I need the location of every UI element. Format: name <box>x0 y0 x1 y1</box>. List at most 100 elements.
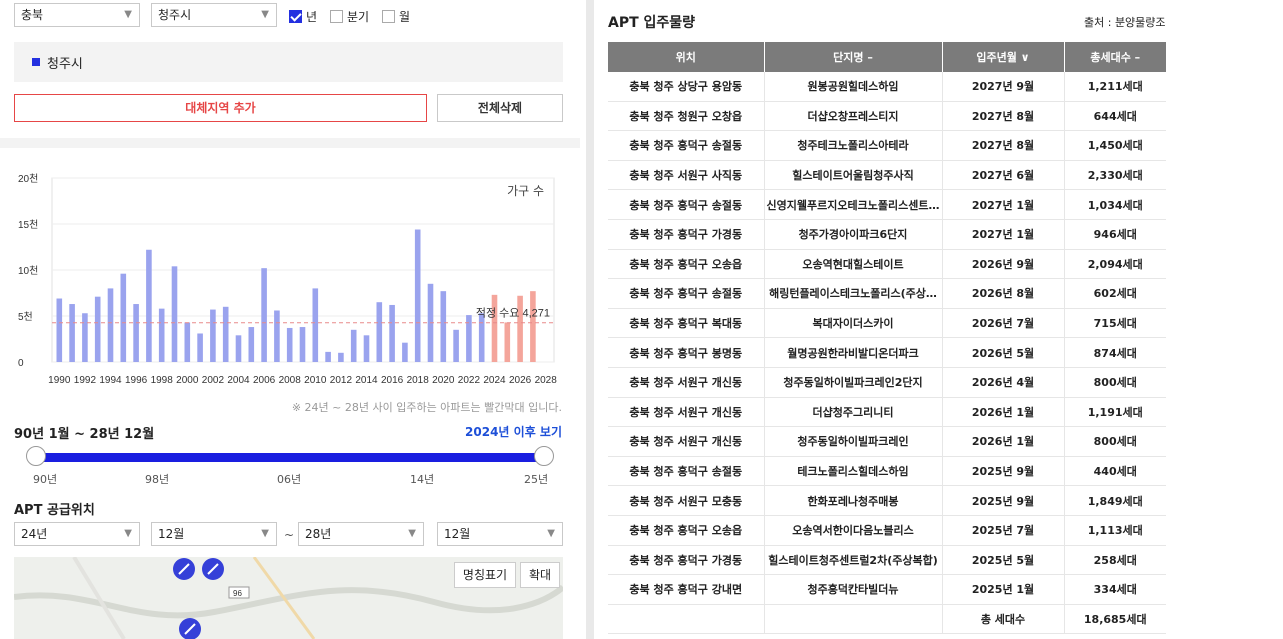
table-total-row: 총 세대수 18,685세대 <box>608 604 1166 635</box>
cell-move-in-date: 2027년 1월 <box>942 219 1065 250</box>
range-start-handle[interactable] <box>26 446 46 466</box>
period-quarter-checkbox[interactable]: 분기 <box>330 8 369 25</box>
cell-location: 충북 청주 상당구 용암동 <box>608 72 765 102</box>
chart-bar <box>491 294 498 362</box>
table-row[interactable]: 충북 청주 서원구 개신동 더샵청주그리니티 2026년 1월 1,191세대 <box>608 397 1166 428</box>
col-header-units[interactable]: 총세대수 – <box>1064 42 1166 72</box>
chevron-down-icon: ▼ <box>261 9 269 20</box>
table-row[interactable]: 충북 청주 흥덕구 가경동 청주가경아이파크6단지 2027년 1월 946세대 <box>608 219 1166 250</box>
cell-complex-name: 월명공원한라비발디온더파크 <box>764 337 943 368</box>
range-end-handle[interactable] <box>534 446 554 466</box>
table-row[interactable]: 충북 청주 서원구 개신동 청주동일하이빌파크레인 2026년 1월 800세대 <box>608 426 1166 457</box>
table-row[interactable]: 충북 청주 흥덕구 오송읍 오송역서한이다음노블리스 2025년 7월 1,113세대 <box>608 515 1166 546</box>
section-divider <box>0 138 580 148</box>
chart-bar <box>69 304 75 362</box>
from-month-select[interactable]: 12월 ▼ <box>151 522 277 546</box>
cell-complex-name: 힐스테이트청주센트럴2차(주상복합) <box>764 545 943 576</box>
chart-bar <box>120 273 127 362</box>
table-row[interactable]: 충북 청주 흥덕구 오송읍 오송역현대힐스테이트 2026년 9월 2,094세대 <box>608 249 1166 280</box>
cell-location: 충북 청주 흥덕구 송절동 <box>608 189 765 220</box>
table-row[interactable]: 충북 청주 상당구 용암동 원봉공원힐데스하임 2027년 9월 1,211세대 <box>608 72 1166 102</box>
cell-complex-name: 한화포레나청주매봉 <box>764 485 943 516</box>
cell-location: 충북 청주 흥덕구 송절동 <box>608 130 765 161</box>
chart-bar <box>94 296 101 362</box>
chart-bar <box>530 291 536 362</box>
table-row[interactable]: 충북 청주 서원구 사직동 힐스테이트어울림청주사직 2027년 6월 2,330세대 <box>608 160 1166 191</box>
x-tick-label: 2010 <box>304 375 327 386</box>
period-year-checkbox[interactable]: 년 <box>289 8 317 25</box>
x-tick-label: 2026 <box>509 375 532 386</box>
cell-empty <box>608 604 765 635</box>
cell-units: 2,094세대 <box>1064 249 1166 280</box>
table-row[interactable]: 충북 청주 흥덕구 송절동 신영지웰푸르지오테크노폴리스센트… 2027년 1월 1,… <box>608 189 1166 220</box>
table-row[interactable]: 충북 청주 흥덕구 강내면 청주흥덕칸타빌더뉴 2025년 1월 334세대 <box>608 574 1166 605</box>
cell-location: 충북 청주 흥덕구 오송읍 <box>608 249 765 280</box>
x-tick-label: 1996 <box>125 375 148 386</box>
add-region-button[interactable]: 대체지역 추가 <box>14 94 427 122</box>
cell-units: 2,330세대 <box>1064 160 1166 191</box>
cell-move-in-date: 2027년 6월 <box>942 160 1065 191</box>
chart-bar <box>325 351 331 362</box>
table-row[interactable]: 충북 청주 흥덕구 송절동 테크노폴리스힐데스하임 2025년 9월 440세대 <box>608 456 1166 487</box>
chart-bar <box>286 327 293 362</box>
right-panel: APT 입주물량 출처 : 분양물량조사 위치 단지명 – 입주년월 ∨ 총세대… <box>594 0 1283 639</box>
col-header-move-in[interactable]: 입주년월 ∨ <box>942 42 1065 72</box>
delete-all-button[interactable]: 전체삭제 <box>437 94 563 122</box>
cell-location: 충북 청주 흥덕구 가경동 <box>608 219 765 250</box>
period-month-checkbox[interactable]: 월 <box>382 8 410 25</box>
x-tick-label: 2012 <box>330 375 353 386</box>
cell-units: 715세대 <box>1064 308 1166 339</box>
province-value: 충북 <box>21 8 44 22</box>
chevron-down-icon: ▼ <box>408 528 416 539</box>
range-slider-track[interactable] <box>36 453 544 462</box>
table-row[interactable]: 충북 청주 흥덕구 송절동 청주테크노폴리스아테라 2027년 8월 1,450세대 <box>608 130 1166 161</box>
x-tick-label: 2004 <box>227 375 250 386</box>
cell-move-in-date: 2026년 4월 <box>942 367 1065 398</box>
chart-bar <box>376 302 383 362</box>
x-tick-label: 2018 <box>407 375 430 386</box>
cell-units: 440세대 <box>1064 456 1166 487</box>
table-row[interactable]: 충북 청주 서원구 모충동 한화포레나청주매봉 2025년 9월 1,849세대 <box>608 485 1166 516</box>
cell-units: 800세대 <box>1064 426 1166 457</box>
chart-bar <box>453 329 459 362</box>
table-row[interactable]: 충북 청주 흥덕구 복대동 복대자이더스카이 2026년 7월 715세대 <box>608 308 1166 339</box>
cell-move-in-date: 2027년 8월 <box>942 101 1065 132</box>
map-labels-button[interactable]: 명칭표기 <box>454 562 516 588</box>
table-row[interactable]: 충북 청주 흥덕구 가경동 힐스테이트청주센트럴2차(주상복합) 2025년 5월 2… <box>608 545 1166 576</box>
cell-complex-name: 원봉공원힐데스하임 <box>764 72 943 102</box>
chart-bar <box>56 298 63 362</box>
chart-bar <box>82 313 88 362</box>
range-title: 90년 1월 ~ 28년 12월 <box>14 427 155 442</box>
range-label: 98년 <box>145 473 170 486</box>
table-row[interactable]: 충북 청주 청원구 오창읍 더샵오창프레스티지 2027년 8월 644세대 <box>608 101 1166 132</box>
city-select[interactable]: 청주시 ▼ <box>151 3 277 27</box>
panel-divider <box>586 0 594 639</box>
col-header-location[interactable]: 위치 <box>608 42 765 72</box>
chart-bar <box>299 327 306 362</box>
x-tick-label: 2024 <box>483 375 506 386</box>
chart-note: ※ 24년 ~ 28년 사이 입주하는 아파트는 빨간막대 입니다. <box>291 401 562 414</box>
period-quarter-label: 분기 <box>347 10 370 24</box>
to-month-select[interactable]: 12월 ▼ <box>437 522 563 546</box>
table-row[interactable]: 충북 청주 흥덕구 봉명동 월명공원한라비발디온더파크 2026년 5월 874세대 <box>608 337 1166 368</box>
view-after-2024-link[interactable]: 2024년 이후 보기 <box>465 423 562 440</box>
cell-location: 충북 청주 흥덕구 강내면 <box>608 574 765 605</box>
map-pin-icon <box>202 558 224 580</box>
from-year-value: 24년 <box>21 527 48 541</box>
chart-bar <box>363 335 370 362</box>
to-year-select[interactable]: 28년 ▼ <box>298 522 424 546</box>
table-row[interactable]: 충북 청주 서원구 개신동 청주동일하이빌파크레인2단지 2026년 4월 800세대 <box>608 367 1166 398</box>
col-header-complex[interactable]: 단지명 – <box>764 42 943 72</box>
province-select[interactable]: 충북 ▼ <box>14 3 140 27</box>
period-year-label: 년 <box>306 10 318 24</box>
cell-complex-name: 테크노폴리스힐데스하임 <box>764 456 943 487</box>
table-header-row: 위치 단지명 – 입주년월 ∨ 총세대수 – <box>608 42 1166 72</box>
cell-location: 충북 청주 서원구 개신동 <box>608 397 765 428</box>
chart-bar <box>210 309 216 362</box>
map-expand-button[interactable]: 확대 <box>520 562 560 588</box>
supply-location-title: APT 공급위치 <box>14 503 95 518</box>
from-year-select[interactable]: 24년 ▼ <box>14 522 140 546</box>
chart-bar <box>504 322 511 362</box>
checkbox-icon <box>330 10 343 23</box>
table-row[interactable]: 충북 청주 흥덕구 송절동 해링턴플레이스테크노폴리스(주상… 2026년 8월 60… <box>608 278 1166 309</box>
